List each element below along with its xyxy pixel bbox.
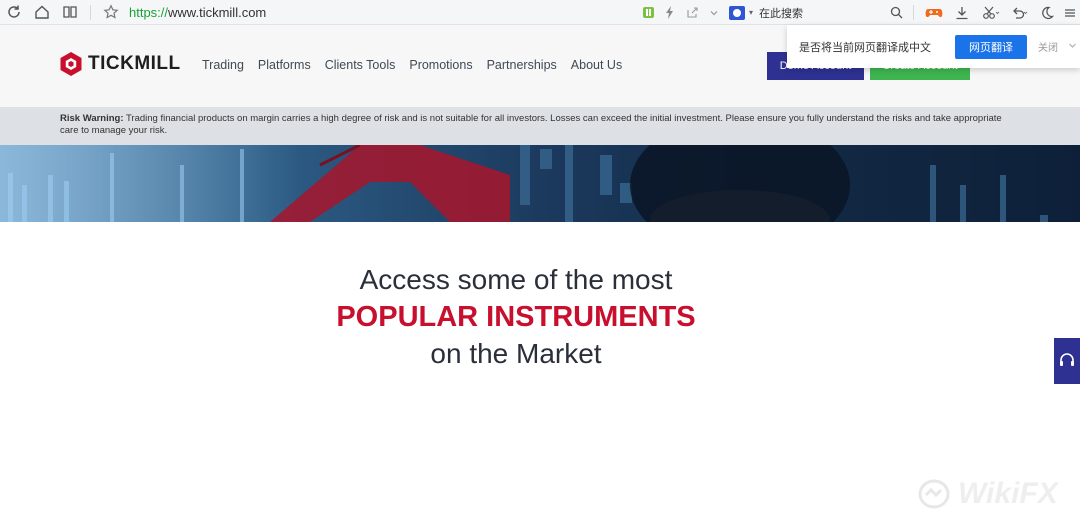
translate-question: 是否将当前网页翻译成中文 (799, 40, 931, 54)
url-host: www.tickmill.com (168, 4, 267, 20)
watermark-text: WikiFX (958, 477, 1058, 510)
translate-options-icon[interactable] (1068, 41, 1077, 53)
hero-image (0, 145, 1048, 222)
headline-highlight: POPULAR INSTRUMENTS (336, 301, 696, 333)
star-icon[interactable] (97, 0, 125, 25)
support-chat-button[interactable] (1054, 338, 1080, 384)
refresh-icon[interactable] (0, 0, 28, 25)
extension-icon[interactable] (637, 0, 659, 25)
url-scheme: https:// (129, 4, 169, 20)
night-mode-icon[interactable] (1034, 0, 1060, 25)
engine-dropdown-icon[interactable]: ▾ (749, 8, 753, 17)
translate-page-button[interactable]: 网页翻译 (955, 34, 1027, 59)
browser-toolbar: https://www.tickmill.com ▾ 在此搜索 (0, 0, 1080, 25)
main-nav: Trading Platforms Clients Tools Promotio… (202, 58, 636, 72)
nav-item-promotions[interactable]: Promotions (409, 58, 472, 72)
game-icon[interactable] (920, 0, 948, 25)
share-icon[interactable] (681, 0, 703, 25)
watermark: WikiFX (916, 477, 1058, 511)
wikifx-logo-icon (918, 479, 950, 509)
undo-icon[interactable] (1006, 0, 1034, 25)
reader-icon[interactable] (56, 0, 84, 25)
headline-line-1: Access some of the most (359, 264, 673, 295)
toolbar-divider (90, 4, 91, 20)
chevron-down-icon[interactable] (703, 0, 725, 25)
tickmill-logo[interactable]: TICKMILL (60, 52, 181, 76)
nav-item-about-us[interactable]: About Us (571, 58, 622, 72)
translate-close-button[interactable]: 关闭 (1038, 39, 1058, 54)
lightning-icon[interactable] (659, 0, 681, 25)
home-icon[interactable] (28, 0, 56, 25)
translate-popup: 是否将当前网页翻译成中文 网页翻译 关闭 (787, 25, 1080, 68)
risk-warning-label: Risk Warning: (60, 113, 124, 124)
logo-text: TICKMILL (88, 53, 181, 74)
nav-item-platforms[interactable]: Platforms (258, 58, 311, 72)
search-placeholder: 在此搜索 (759, 6, 804, 20)
scissors-icon[interactable] (976, 0, 1006, 25)
address-bar[interactable]: https://www.tickmill.com (129, 5, 266, 20)
nav-item-trading[interactable]: Trading (202, 58, 244, 72)
nav-item-clients-tools[interactable]: Clients Tools (325, 58, 396, 72)
toolbar-divider (913, 5, 914, 20)
search-icon[interactable] (885, 0, 907, 25)
menu-icon[interactable] (1060, 0, 1080, 25)
risk-warning: Risk Warning: Trading financial products… (0, 107, 1080, 145)
headline-line-3: on the Market (430, 338, 602, 369)
headset-icon (1060, 353, 1074, 366)
tickmill-logo-icon (60, 52, 82, 76)
risk-warning-text: Trading financial products on margin car… (60, 113, 1002, 136)
hero-banner (0, 145, 1080, 222)
search-input[interactable]: ▾ 在此搜索 (725, 0, 885, 25)
download-icon[interactable] (948, 0, 976, 25)
nav-item-partnerships[interactable]: Partnerships (487, 58, 557, 72)
headline: Access some of the most POPULAR INSTRUME… (0, 262, 1032, 372)
search-engine-icon[interactable] (729, 5, 745, 20)
